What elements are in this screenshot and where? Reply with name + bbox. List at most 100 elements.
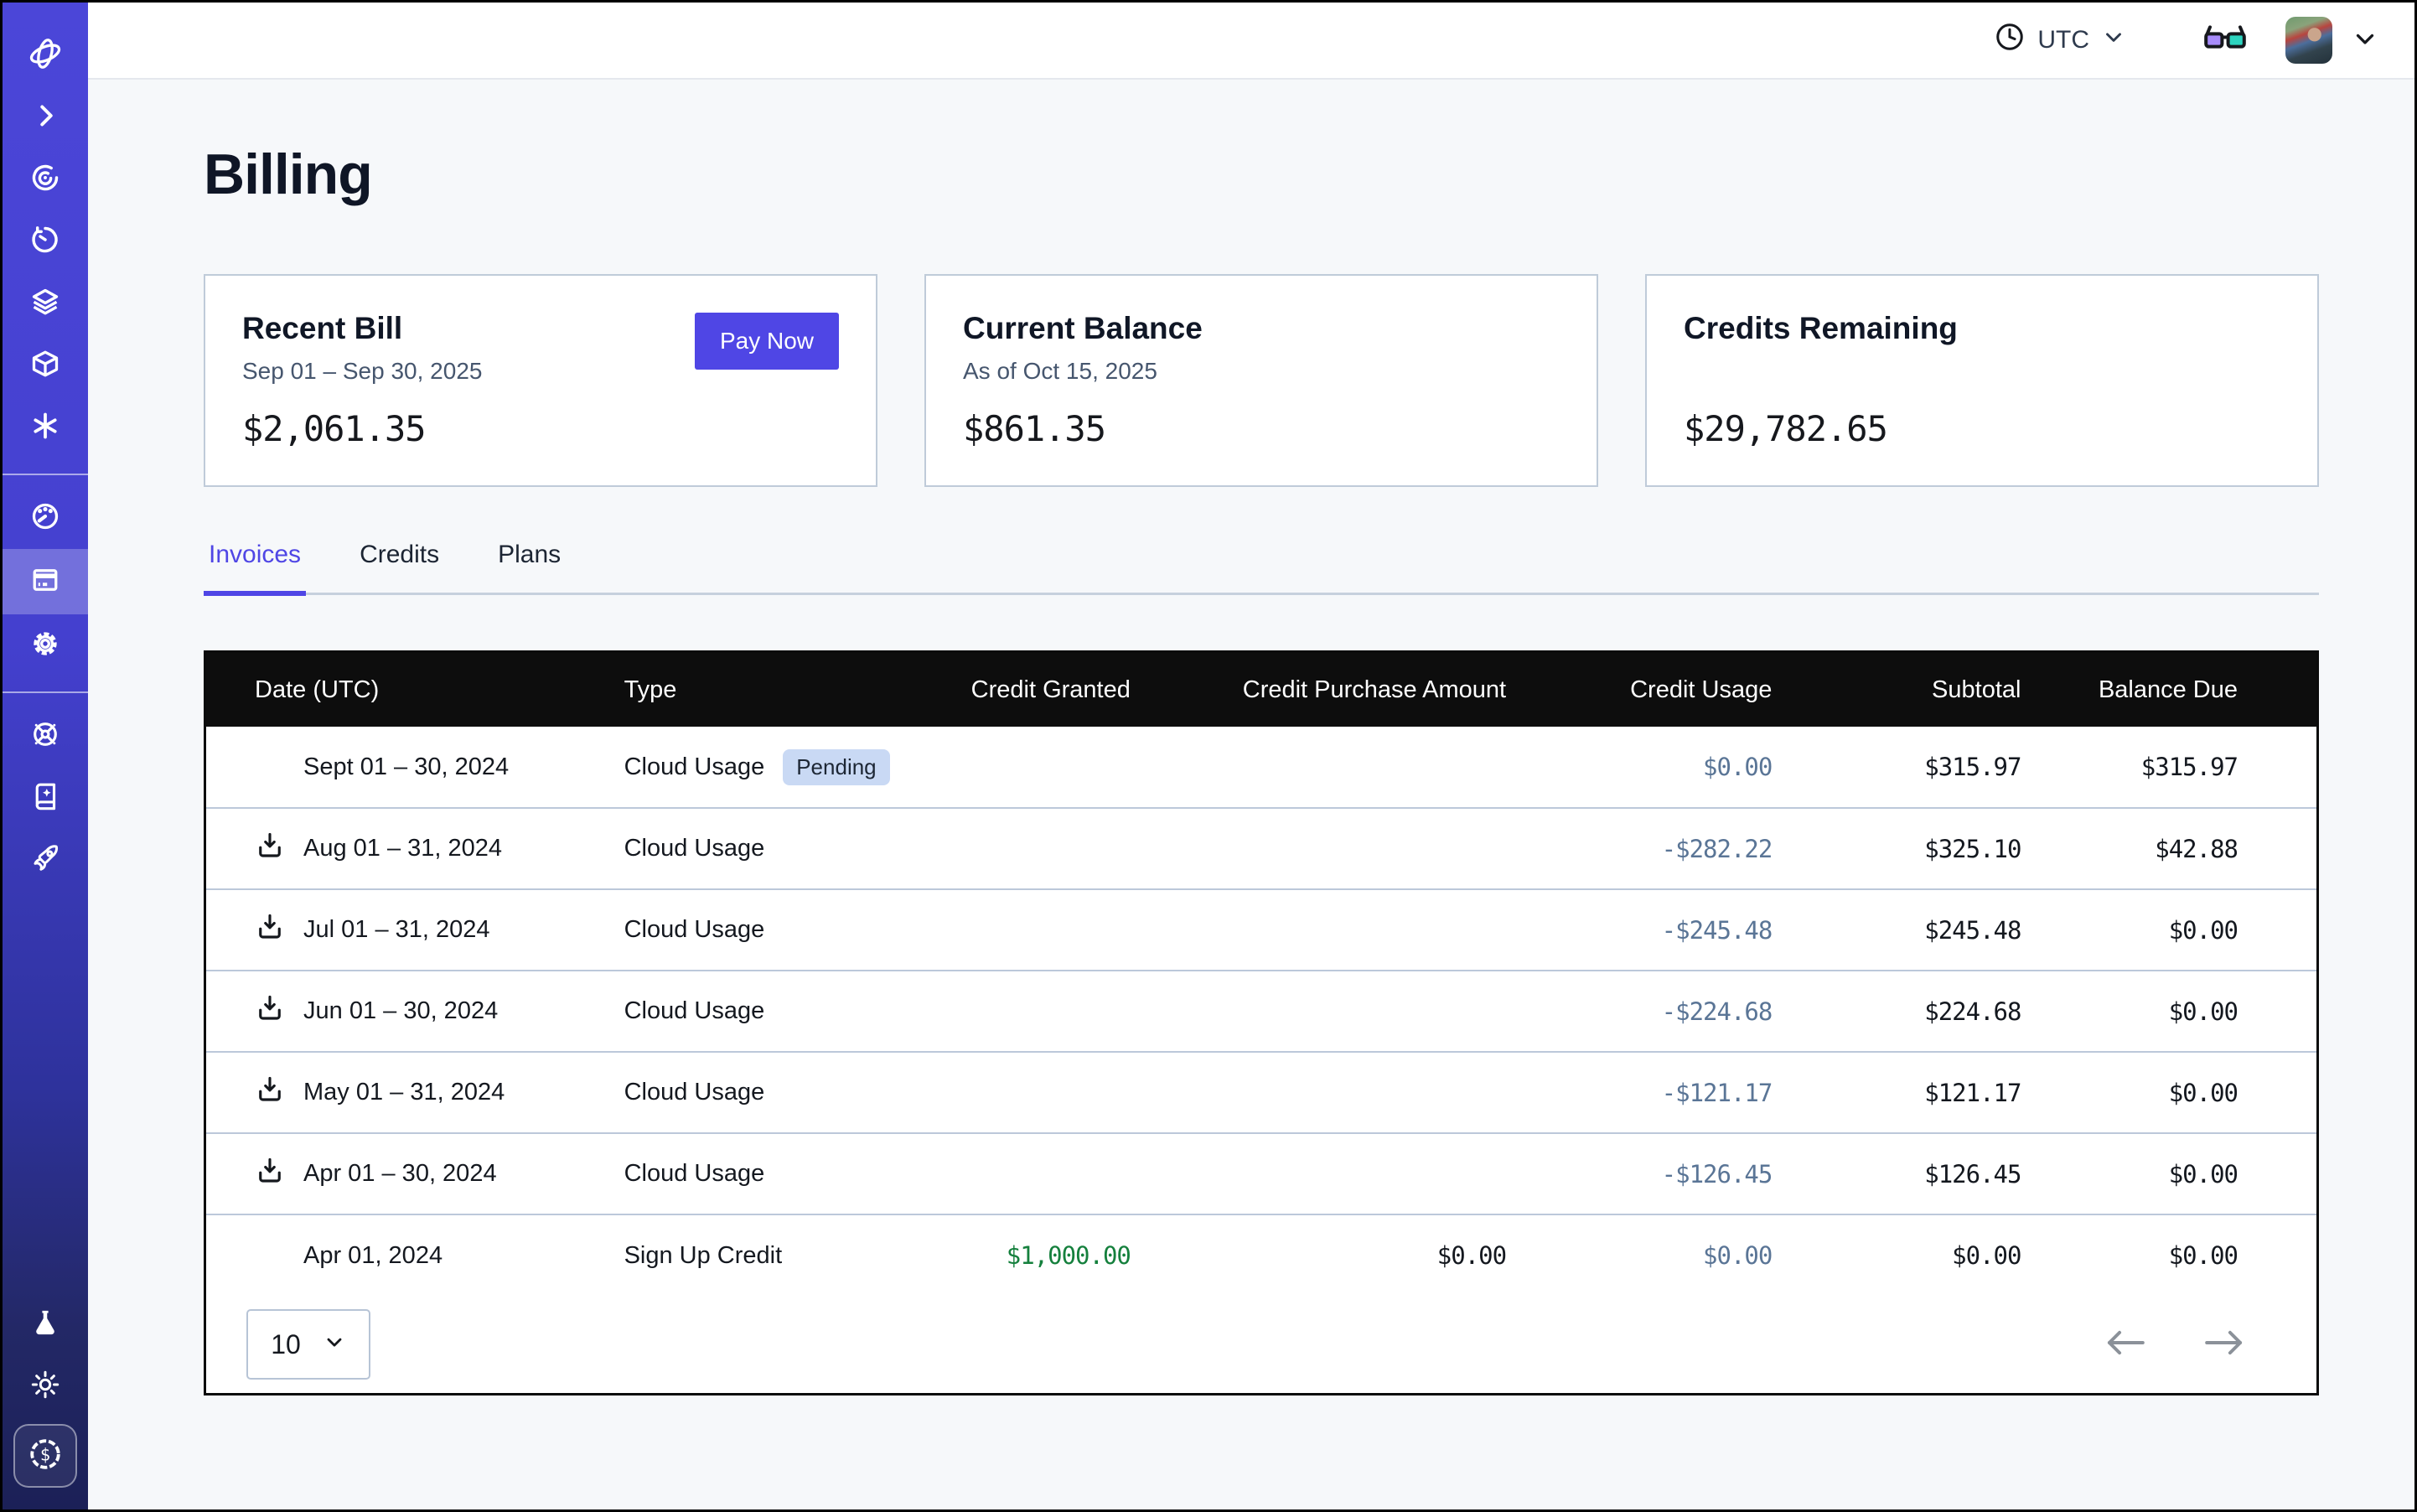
credit-granted [934,727,1131,808]
sidebar-item-labs[interactable] [3,1293,88,1355]
sidebar-item-cluster[interactable] [3,705,88,767]
sidebar-divider [3,474,88,475]
sidebar-item-observability[interactable] [3,148,88,210]
invoice-type: Sign Up Credit [624,1214,934,1296]
theme-toggle[interactable] [3,1355,88,1417]
table-footer: 10 [206,1296,2316,1393]
rocket-icon [30,843,60,878]
card-title: Credits Remaining [1684,311,2280,346]
subtotal: $245.48 [1772,889,2021,971]
credit-granted [934,1133,1131,1214]
table-row: Jun 01 – 30, 2024 Cloud Usage -$224.68 $… [206,971,2316,1052]
col-subtotal: Subtotal [1772,653,2021,727]
orbit-logo-icon [28,36,63,75]
chevron-down-icon [323,1329,346,1360]
invoice-date: Sept 01 – 30, 2024 [303,753,509,781]
main-area: UTC [88,3,2414,1509]
sidebar-item-functions[interactable] [3,396,88,458]
credits-promo-button[interactable]: $ [13,1424,77,1488]
subtotal: $325.10 [1772,808,2021,889]
invoice-type: Cloud Usage [624,971,934,1052]
invoice-date: Apr 01, 2024 [303,1242,443,1270]
download-icon [255,1156,285,1193]
download-invoice-button[interactable] [255,993,303,1030]
sidebar-item-packages[interactable] [3,334,88,396]
page-size-select[interactable]: 10 [246,1309,370,1380]
sidebar-item-layers[interactable] [3,272,88,334]
sidebar-item-history[interactable] [3,210,88,272]
invoice-date: Jul 01 – 31, 2024 [303,916,490,944]
invoices-table: Date (UTC) Type Credit Granted Credit Pu… [206,653,2316,1296]
download-invoice-button[interactable] [255,1156,303,1193]
chevron-down-icon [2101,24,2126,56]
brand-logo[interactable] [3,24,88,86]
invoice-type: Cloud Usage [624,808,934,889]
reader-mode-button[interactable] [2203,22,2247,60]
timezone-label: UTC [2037,26,2089,54]
user-avatar[interactable] [2285,17,2332,64]
card-title: Current Balance [963,311,1560,346]
next-page-button[interactable] [2202,1328,2246,1362]
page-title: Billing [204,142,2319,207]
sidebar-item-getting-started[interactable] [3,829,88,891]
current-balance-card: Current Balance As of Oct 15, 2025 $861.… [924,274,1598,487]
card-subtitle [1684,358,2280,386]
subtotal: $126.45 [1772,1133,2021,1214]
table-row: Aug 01 – 31, 2024 Cloud Usage -$282.22 $… [206,808,2316,889]
balance-due: $0.00 [2021,1133,2316,1214]
col-type: Type [624,653,934,727]
invoice-type: Cloud Usage [624,1052,934,1133]
glasses-icon [2203,22,2247,60]
topbar: UTC [88,3,2414,80]
credit-purchase [1131,1133,1506,1214]
previous-page-button[interactable] [2104,1328,2147,1362]
credit-purchase [1131,889,1506,971]
spiral-eye-icon [30,163,60,197]
arrow-right-icon [2202,1328,2246,1362]
arrow-left-icon [2104,1328,2147,1362]
tab-plans[interactable]: Plans [493,541,566,596]
download-invoice-button[interactable] [255,831,303,867]
sidebar-item-settings[interactable] [3,614,88,676]
layers-icon [30,287,60,321]
download-invoice-button[interactable] [255,1074,303,1111]
credits-remaining-card: Credits Remaining $29,782.65 [1645,274,2319,487]
balance-due: $42.88 [2021,808,2316,889]
table-header-row: Date (UTC) Type Credit Granted Credit Pu… [206,653,2316,727]
subtotal: $224.68 [1772,971,2021,1052]
billing-page: Billing Recent Bill Sep 01 – Sep 30, 202… [88,81,2414,1509]
credit-purchase: $0.00 [1131,1214,1506,1296]
credit-usage: -$224.68 [1506,971,1772,1052]
tab-invoices[interactable]: Invoices [204,541,306,596]
table-row: Sept 01 – 30, 2024 Cloud UsagePending $0… [206,727,2316,808]
credit-granted [934,1052,1131,1133]
timezone-selector[interactable]: UTC [1994,21,2126,60]
sidebar-expand-button[interactable] [3,86,88,148]
subtotal: $121.17 [1772,1052,2021,1133]
sidebar: $ [3,3,88,1509]
credit-usage: -$282.22 [1506,808,1772,889]
asterisk-icon [30,411,60,445]
invoices-table-card: Date (UTC) Type Credit Granted Credit Pu… [204,650,2319,1395]
credit-granted: $1,000.00 [934,1214,1131,1296]
cube-icon [30,349,60,383]
invoice-type: Cloud Usage [624,753,765,780]
tab-credits[interactable]: Credits [355,541,444,596]
user-menu-button[interactable] [2351,24,2379,57]
download-invoice-button[interactable] [255,912,303,949]
credit-usage: $0.00 [1506,1214,1772,1296]
sidebar-item-docs[interactable] [3,767,88,829]
invoice-type: Cloud Usage [624,889,934,971]
dollar-badge-icon: $ [27,1436,64,1477]
history-timer-icon [30,225,60,259]
col-date: Date (UTC) [206,653,624,727]
download-icon [255,831,285,867]
credit-usage: -$121.17 [1506,1052,1772,1133]
sidebar-item-usage[interactable] [3,487,88,549]
credit-purchase [1131,808,1506,889]
credit-granted [934,889,1131,971]
pay-now-button[interactable]: Pay Now [695,313,839,370]
credit-usage: $0.00 [1506,727,1772,808]
recent-bill-card: Recent Bill Sep 01 – Sep 30, 2025 $2,061… [204,274,877,487]
sidebar-item-billing[interactable] [3,549,88,614]
